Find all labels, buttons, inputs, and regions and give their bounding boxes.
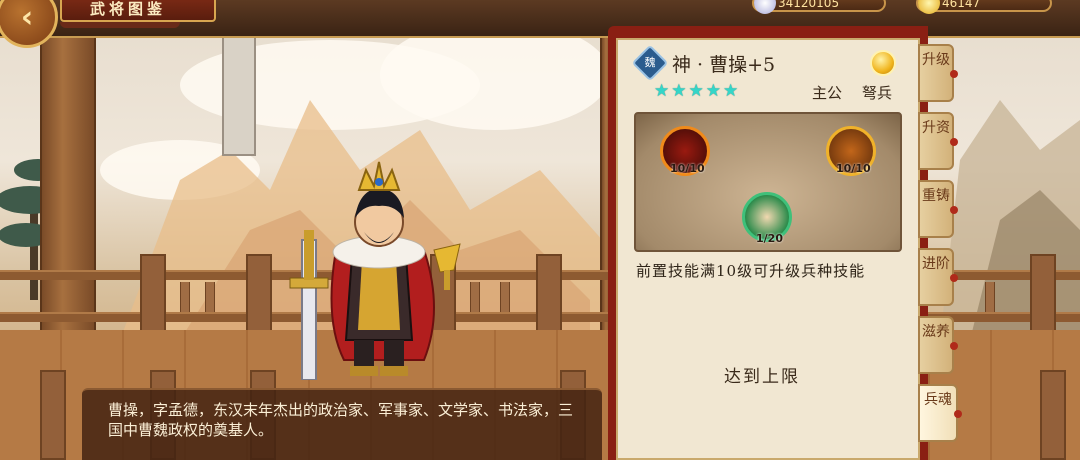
tassel-icon	[954, 410, 962, 418]
tab-advance[interactable]: 进阶	[918, 248, 958, 306]
faction-badge-label: 魏	[644, 56, 656, 69]
tab-label: 升级	[922, 52, 950, 68]
skill-count: 10/10	[670, 162, 705, 175]
tassel-icon	[950, 206, 958, 214]
baluster	[180, 282, 190, 312]
tab-nourish[interactable]: 滋养	[918, 316, 958, 374]
tassel-icon	[950, 342, 958, 350]
skill-count: 10/10	[836, 162, 871, 175]
tab-promote-aptitude[interactable]: 升资	[918, 112, 958, 170]
star-icon: ★	[705, 81, 721, 101]
skill-upgrade-requirement: 前置技能满10级可升级兵种技能	[636, 262, 866, 280]
tab-label: 进阶	[922, 256, 950, 272]
railing-post	[246, 254, 272, 334]
tassel-icon	[950, 70, 958, 78]
gold-resource-value: 46147	[942, 0, 981, 10]
title-ribbon	[60, 22, 180, 28]
railing-post	[1030, 254, 1056, 334]
max-level-label: 达到上限	[724, 367, 800, 387]
star-rating: ★ ★ ★ ★ ★	[654, 82, 738, 100]
gold-resource-counter[interactable]: 46147	[916, 0, 1052, 14]
left-arrow-icon: ‹	[20, 0, 34, 35]
hero-role: 主公	[812, 84, 843, 102]
front-railing-post	[1040, 370, 1066, 460]
mountains-right	[940, 100, 1080, 340]
star-icon: ★	[654, 81, 670, 101]
railing-post	[536, 254, 562, 334]
hero-unit-type: 弩兵	[862, 84, 893, 102]
skill-count: 1/20	[756, 232, 783, 245]
hanging-banner	[222, 26, 256, 156]
pillar	[40, 26, 96, 376]
hero-name: 神 · 曹操+5	[672, 54, 776, 76]
baluster	[500, 282, 510, 312]
gold-coin-icon[interactable]	[870, 50, 896, 76]
star-icon: ★	[671, 81, 687, 101]
tab-reforge[interactable]: 重铸	[918, 180, 958, 238]
hero-description: 曹操，字孟德，东汉末年杰出的政治家、军事家、文学家、书法家，三国中曹魏政权的奠基…	[82, 388, 602, 460]
tab-label: 重铸	[922, 188, 950, 204]
tab-label: 兵魂	[924, 392, 952, 408]
tassel-icon	[950, 274, 958, 282]
star-icon: ★	[688, 81, 704, 101]
tab-soldier-soul[interactable]: 兵魂	[918, 384, 962, 442]
baluster	[205, 282, 215, 312]
tassel-icon	[950, 138, 958, 146]
silver-resource-value: 34120105	[778, 0, 840, 10]
tab-upgrade[interactable]: 升级	[918, 44, 958, 102]
star-icon: ★	[723, 81, 739, 101]
tab-label: 滋养	[922, 324, 950, 340]
baluster	[985, 282, 995, 312]
front-railing-post	[40, 370, 66, 460]
hero-character-sprite[interactable]	[284, 160, 474, 380]
railing-post	[140, 254, 166, 334]
silver-resource-counter[interactable]: 34120105	[752, 0, 886, 14]
page-title: 武将图鉴	[60, 0, 216, 22]
tab-label: 升资	[922, 120, 950, 136]
